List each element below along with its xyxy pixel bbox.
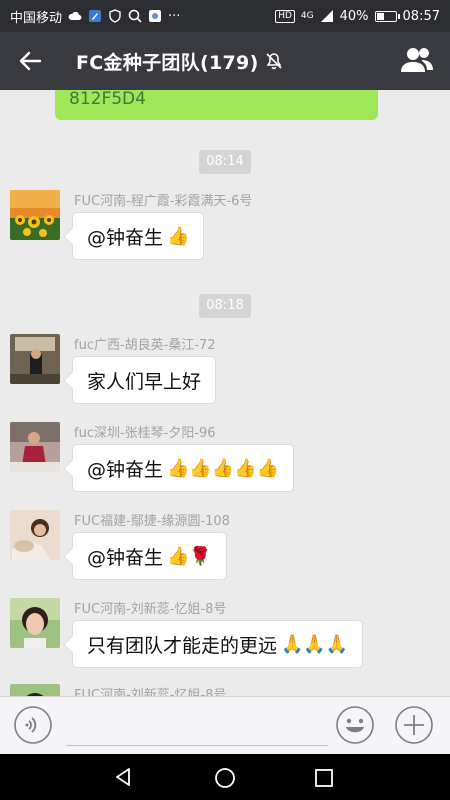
avatar[interactable] [10, 598, 60, 648]
nav-recent-button[interactable] [314, 768, 334, 792]
avatar[interactable] [10, 190, 60, 240]
praying-hands-emojis: 🙏🙏🙏 [281, 633, 349, 655]
own-message-bubble[interactable]: 812F5D4 [55, 90, 378, 120]
nav-back-icon [116, 768, 130, 786]
voice-button[interactable] [13, 705, 53, 749]
nav-home-button[interactable] [214, 767, 236, 793]
message-bubble[interactable]: @钟奋生 👍 [72, 212, 205, 260]
notification-app-icon [89, 10, 102, 22]
sender-name: FUC福建-鄢捷-缘源圆-108 [74, 514, 230, 529]
sunflower-avatar-image [10, 190, 60, 240]
chat-title: FC金种子团队(179) [76, 51, 259, 74]
nav-back-button[interactable] [114, 767, 134, 791]
battery-percent: 40% [339, 8, 369, 24]
back-arrow-icon [19, 51, 41, 71]
group-members-icon [401, 48, 433, 72]
own-message-text: 812F5D4 [69, 90, 146, 109]
message-bubble[interactable]: @钟奋生 👍🌹 [72, 532, 227, 580]
sender-name: FUC河南-刘新蕊-忆姐-8号 [74, 602, 227, 617]
cloud-icon [68, 11, 82, 20]
message-bubble[interactable]: 家人们早上好 [72, 356, 217, 404]
input-bar [0, 696, 450, 754]
person-avatar-image [10, 510, 60, 560]
sender-name: fuc深圳-张桂琴-夕阳-96 [74, 426, 216, 441]
voice-icon [14, 706, 52, 744]
timestamp-chip: 08:14 [199, 150, 251, 174]
sender-name: fuc广西-胡良英-桑江-72 [74, 338, 216, 353]
emoji-icon [336, 706, 374, 744]
message-bubble[interactable]: 只有团队才能走的更远 🙏🙏🙏 [72, 620, 364, 668]
group-info-button[interactable] [400, 46, 434, 78]
person-avatar-image [10, 598, 60, 648]
more-indicator: ··· [168, 8, 181, 24]
thumbs-up-emojis: 👍👍👍👍👍 [167, 457, 280, 479]
carrier-label: 中国移动 [10, 10, 63, 26]
status-left: 中国移动 ··· [10, 7, 180, 26]
avatar[interactable] [10, 334, 60, 384]
message-input[interactable] [66, 707, 328, 746]
message-text: 只有团队才能走的更远 [87, 634, 278, 657]
person-avatar-image [10, 334, 60, 384]
network-label: 4G [300, 11, 314, 21]
message-text: @钟奋生 [87, 226, 164, 249]
message-text: @钟奋生 [87, 458, 164, 481]
status-bar: 中国移动 ··· HD 4G 40% 08:57 [0, 0, 450, 32]
back-button[interactable] [0, 32, 60, 90]
sender-name: FUC河南-刘新蕊-忆姐-8号 [74, 688, 227, 696]
message-text: 家人们早上好 [87, 370, 202, 393]
nav-recent-icon [315, 769, 333, 787]
chat-title-wrap: FC金种子团队(179) [76, 48, 283, 75]
plus-icon [395, 706, 433, 744]
chat-area[interactable]: 812F5D4 08:14 FUC河南-程广霞-彩霞满天-6号 @钟奋生 👍 0… [0, 90, 450, 696]
status-right: HD 4G 40% 08:57 [275, 9, 440, 24]
sender-name: FUC河南-程广霞-彩霞满天-6号 [74, 194, 253, 209]
hd-badge: HD [275, 9, 295, 23]
app-badge-icon [149, 10, 162, 22]
chat-header: FC金种子团队(179) [0, 32, 450, 90]
nav-home-icon [215, 768, 235, 788]
thumbs-up-rose-emojis: 👍🌹 [167, 545, 212, 567]
person-avatar-image [10, 422, 60, 472]
thumbs-up-emoji: 👍 [167, 225, 190, 247]
avatar[interactable] [10, 422, 60, 472]
shield-icon [109, 9, 121, 23]
message-bubble[interactable]: @钟奋生 👍👍👍👍👍 [72, 444, 295, 492]
mute-bell-icon [265, 53, 282, 70]
battery-icon [374, 10, 400, 22]
avatar[interactable] [10, 510, 60, 560]
signal-icon [320, 10, 333, 22]
timestamp-chip: 08:18 [199, 294, 251, 318]
message-text: @钟奋生 [87, 546, 164, 569]
avatar[interactable] [10, 684, 60, 696]
more-actions-button[interactable] [394, 705, 434, 749]
system-nav-bar [0, 754, 450, 800]
search-app-icon [128, 9, 142, 23]
emoji-button[interactable] [335, 705, 375, 749]
person-avatar-image [10, 684, 60, 696]
status-time: 08:57 [402, 8, 440, 24]
